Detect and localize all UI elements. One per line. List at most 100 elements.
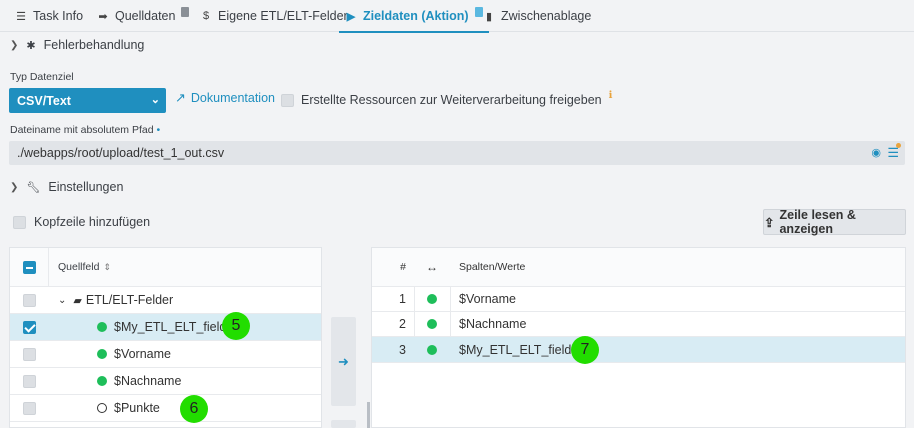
row-checkbox[interactable] xyxy=(22,347,36,361)
column-header-number: # xyxy=(400,261,406,273)
status-cell xyxy=(414,319,450,329)
link-label: Dokumentation xyxy=(190,91,275,105)
bug-icon: ✱ xyxy=(26,39,36,52)
document-icon xyxy=(181,7,190,17)
tab-quelldaten[interactable]: ➡ Quelldaten xyxy=(97,0,190,32)
sort-icon[interactable]: ⇕ xyxy=(103,262,111,273)
table-row[interactable]: $Nachname xyxy=(10,368,321,395)
table-row[interactable]: 2 $Nachname xyxy=(372,312,905,337)
select-all-checkbox[interactable] xyxy=(22,260,36,274)
status-dot xyxy=(97,376,107,386)
indicator-dot xyxy=(896,143,901,148)
wrench-icon: 🔧︎ xyxy=(26,181,41,194)
menu-icon[interactable]: ☰ xyxy=(887,143,901,161)
upload-icon: ⇪ xyxy=(764,215,775,230)
column-value: $My_ETL_ELT_field xyxy=(459,342,572,357)
read-row-button[interactable]: ⇪ Zeile lesen & anzeigen xyxy=(763,208,906,236)
status-dot xyxy=(97,322,107,332)
tab-label: Eigene ETL/ELT-Felder xyxy=(218,9,348,23)
required-mark: • xyxy=(156,124,161,136)
scrollbar[interactable] xyxy=(367,402,370,428)
chevron-down-icon: ⌄ xyxy=(150,94,160,106)
release-resources-option[interactable]: Erstellte Ressourcen zur Weiterverarbeit… xyxy=(281,90,613,107)
table-row[interactable]: $My_ETL_ELT_field xyxy=(10,314,321,341)
tab-label: Zieldaten (Aktion) xyxy=(363,9,469,23)
tab-zwischenablage[interactable]: ▮ Zwischenablage xyxy=(483,0,591,32)
field-name: $Vorname xyxy=(114,347,171,361)
row-number: 3 xyxy=(399,342,406,357)
row-checkbox-cell xyxy=(10,374,48,388)
section-error-handling[interactable]: ❯ ✱ Fehlerbehandlung xyxy=(10,38,144,52)
column-header-quellfeld[interactable]: Quellfeld xyxy=(58,261,99,273)
row-checkbox-cell xyxy=(10,320,48,334)
select-value: CSV/Text xyxy=(17,93,71,108)
transfer-button-secondary[interactable] xyxy=(331,420,356,428)
status-cell xyxy=(414,344,450,355)
tree-group-row[interactable]: ⌄ ▰ ETL/ELT-Felder xyxy=(10,287,321,314)
tab-task-info[interactable]: ☰ Task Info xyxy=(15,0,83,32)
header-checkbox[interactable] xyxy=(13,215,26,229)
dollar-icon: $ xyxy=(202,10,210,22)
transfer-button[interactable]: ➜ xyxy=(331,317,356,406)
tab-label: Zwischenablage xyxy=(501,9,592,23)
chevron-right-icon: ❯ xyxy=(10,181,19,193)
list-icon: ☰ xyxy=(16,10,26,23)
table-row[interactable]: 1 $Vorname xyxy=(372,287,905,312)
status-dot-empty xyxy=(97,403,107,413)
annotation-marker: 6 xyxy=(180,395,208,423)
header-checkbox-cell xyxy=(10,260,48,274)
release-label: Erstellte Ressourcen zur Weiterverarbeit… xyxy=(301,93,602,107)
path-input[interactable]: ./webapps/root/upload/test_1_out.csv ◉ ☰ xyxy=(9,141,905,165)
table-header: # ↔ Spalten/Werte xyxy=(372,248,905,287)
column-value: $Vorname xyxy=(459,292,516,306)
folder-open-icon: ▰ xyxy=(73,294,82,307)
path-label: Dateiname mit absolutem Pfad • xyxy=(10,124,160,136)
tab-label: Task Info xyxy=(33,9,84,23)
header-option[interactable]: Kopfzeile hinzufügen xyxy=(13,215,150,229)
target-type-select[interactable]: CSV/Text ⌄ xyxy=(9,88,166,113)
row-checkbox[interactable] xyxy=(22,320,36,334)
status-dot xyxy=(427,319,437,329)
row-number: 2 xyxy=(399,317,406,331)
import-icon: ➡ xyxy=(98,10,108,23)
button-label: Zeile lesen & anzeigen xyxy=(779,208,856,236)
path-value: ./webapps/root/upload/test_1_out.csv xyxy=(17,146,225,160)
target-columns-table: # ↔ Spalten/Werte 1 $Vorname 2 $Nachname… xyxy=(371,247,906,428)
row-checkbox-cell xyxy=(10,347,48,361)
chevron-down-icon[interactable]: ⌄ xyxy=(58,295,66,306)
annotation-marker: 5 xyxy=(222,312,250,340)
row-checkbox[interactable] xyxy=(22,293,36,307)
field-name: $Punkte xyxy=(114,401,160,415)
status-cell xyxy=(414,294,450,304)
play-icon: ▶ xyxy=(346,10,356,23)
clipboard-icon: ▮ xyxy=(485,10,493,23)
section-label: Einstellungen xyxy=(48,180,124,194)
info-icon[interactable]: ℹ xyxy=(609,90,613,101)
document-icon xyxy=(474,7,483,17)
documentation-link[interactable]: ↗ Dokumentation xyxy=(175,90,275,106)
row-checkbox-cell xyxy=(10,401,48,415)
tab-zieldaten[interactable]: ▶ Zieldaten (Aktion) xyxy=(339,0,489,33)
divider xyxy=(48,248,49,287)
header-label: Kopfzeile hinzufügen xyxy=(34,215,151,229)
path-label-text: Dateiname mit absolutem Pfad xyxy=(10,124,154,136)
group-label: ETL/ELT-Felder xyxy=(85,293,174,307)
column-header-values: Spalten/Werte xyxy=(459,261,526,273)
table-row[interactable]: $Vorname xyxy=(10,341,321,368)
row-checkbox[interactable] xyxy=(22,401,36,415)
source-fields-table: Quellfeld ⇕ ⌄ ▰ ETL/ELT-Felder $My_ETL_E… xyxy=(9,247,322,428)
table-row[interactable]: $Punkte xyxy=(10,395,321,422)
eye-icon[interactable]: ◉ xyxy=(871,146,881,159)
status-dot xyxy=(427,344,437,355)
column-value: $Nachname xyxy=(459,317,527,331)
tab-eigene-felder[interactable]: $ Eigene ETL/ELT-Felder xyxy=(200,0,348,32)
table-row[interactable]: 3 $My_ETL_ELT_field xyxy=(372,337,905,363)
external-link-icon: ↗ xyxy=(175,90,186,105)
release-checkbox[interactable] xyxy=(281,93,294,107)
table-header: Quellfeld ⇕ xyxy=(10,248,321,287)
annotation-marker: 7 xyxy=(571,336,599,364)
section-settings[interactable]: ❯ 🔧︎ Einstellungen xyxy=(10,180,123,194)
field-name: $Nachname xyxy=(114,374,182,388)
row-checkbox[interactable] xyxy=(22,374,36,388)
row-checkbox-cell xyxy=(10,293,48,307)
